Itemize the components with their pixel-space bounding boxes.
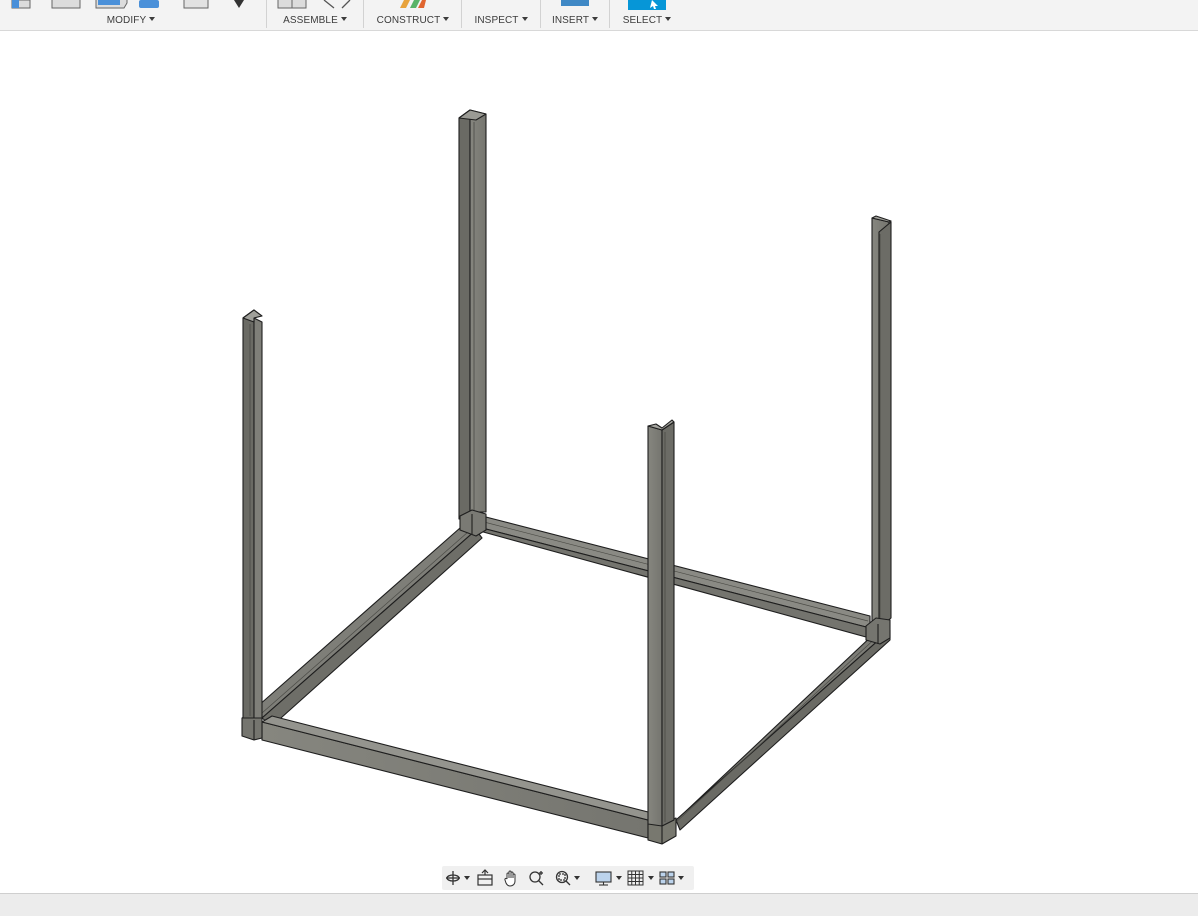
frame-rail-front[interactable]	[261, 715, 657, 839]
caret-down-icon	[340, 17, 347, 21]
toolbar-divider	[540, 0, 541, 28]
pan-icon	[504, 870, 516, 887]
display-settings-icon	[595, 871, 612, 886]
dropdown-caret-icon	[574, 876, 580, 880]
grid-button[interactable]	[626, 868, 654, 888]
insert-image-icon[interactable]	[561, 0, 591, 10]
grid-icon	[627, 870, 644, 886]
frame-post-back[interactable]	[458, 109, 487, 520]
inspect-menu[interactable]: INSPECT	[464, 15, 538, 26]
orbit-button[interactable]	[444, 868, 470, 888]
viewports-icon	[659, 871, 675, 885]
frame-rail-left[interactable]	[257, 527, 483, 727]
caret-down-icon	[149, 17, 156, 21]
pan-button[interactable]	[502, 868, 520, 888]
status-bar	[0, 893, 1198, 916]
chamfer-icon[interactable]	[94, 0, 128, 10]
look-at-button[interactable]	[476, 868, 494, 888]
assemble-menu[interactable]: ASSEMBLE	[270, 15, 360, 26]
insert-label: INSERT	[551, 15, 590, 26]
toolbar-divider	[461, 0, 462, 28]
toolbar: MODIFY ASSEMBLE CONSTRUCT INSPECT INSERT	[0, 0, 1198, 31]
toolbar-divider	[609, 0, 610, 28]
construct-icons	[366, 0, 460, 10]
select-cursor-icon[interactable]	[628, 0, 668, 10]
joint-icon[interactable]	[320, 0, 354, 10]
frame-post-left[interactable]	[242, 309, 263, 719]
dropdown-caret-icon	[648, 876, 654, 880]
dropdown-caret-icon	[616, 876, 622, 880]
frame-post-right[interactable]	[871, 215, 892, 629]
new-component-icon[interactable]	[276, 0, 310, 10]
toolbar-divider	[266, 0, 267, 28]
look-at-icon	[477, 869, 493, 886]
insert-icons	[543, 0, 607, 10]
select-icons	[612, 0, 682, 10]
insert-group: INSERT	[543, 0, 607, 30]
frame-rail-right[interactable]	[667, 629, 891, 831]
zoom-window-button[interactable]	[554, 868, 580, 888]
toolbar-divider	[363, 0, 364, 28]
caret-down-icon	[443, 17, 450, 21]
assemble-group: ASSEMBLE	[270, 0, 360, 30]
offset-plane-icon[interactable]	[396, 0, 430, 10]
assemble-icons	[270, 0, 360, 10]
inspect-group: INSPECT	[464, 0, 538, 30]
construct-label: CONSTRUCT	[376, 15, 441, 26]
modify-group: MODIFY	[0, 0, 262, 30]
construct-group: CONSTRUCT	[366, 0, 460, 30]
zoom-icon	[529, 871, 544, 886]
shell-icon[interactable]	[138, 0, 162, 10]
modify-icons	[0, 0, 262, 10]
construct-menu[interactable]: CONSTRUCT	[366, 15, 460, 26]
insert-menu[interactable]: INSERT	[543, 15, 607, 26]
canvas-viewport[interactable]	[0, 31, 1198, 893]
zoom-button[interactable]	[528, 868, 546, 888]
dropdown-caret-icon	[678, 876, 684, 880]
modify-label: MODIFY	[106, 15, 147, 26]
press-pull-icon[interactable]	[10, 0, 34, 10]
assemble-label: ASSEMBLE	[283, 15, 338, 26]
model-view[interactable]	[0, 31, 1198, 893]
fillet-icon[interactable]	[50, 0, 82, 10]
caret-down-icon	[665, 17, 672, 21]
modify-more-icon[interactable]	[232, 0, 246, 10]
navigation-bar	[442, 866, 694, 890]
frame-post-front[interactable]	[647, 419, 675, 827]
select-group: SELECT	[612, 0, 682, 30]
display-settings-button[interactable]	[594, 868, 622, 888]
caret-down-icon	[521, 17, 528, 21]
modify-menu[interactable]: MODIFY	[0, 15, 262, 26]
zoom-window-icon	[555, 870, 571, 886]
select-menu[interactable]: SELECT	[612, 15, 682, 26]
scale-icon[interactable]	[182, 0, 212, 10]
caret-down-icon	[592, 17, 599, 21]
orbit-icon	[446, 871, 460, 885]
select-label: SELECT	[622, 15, 663, 26]
dropdown-caret-icon	[464, 876, 470, 880]
inspect-label: INSPECT	[474, 15, 519, 26]
viewports-button[interactable]	[658, 868, 684, 888]
